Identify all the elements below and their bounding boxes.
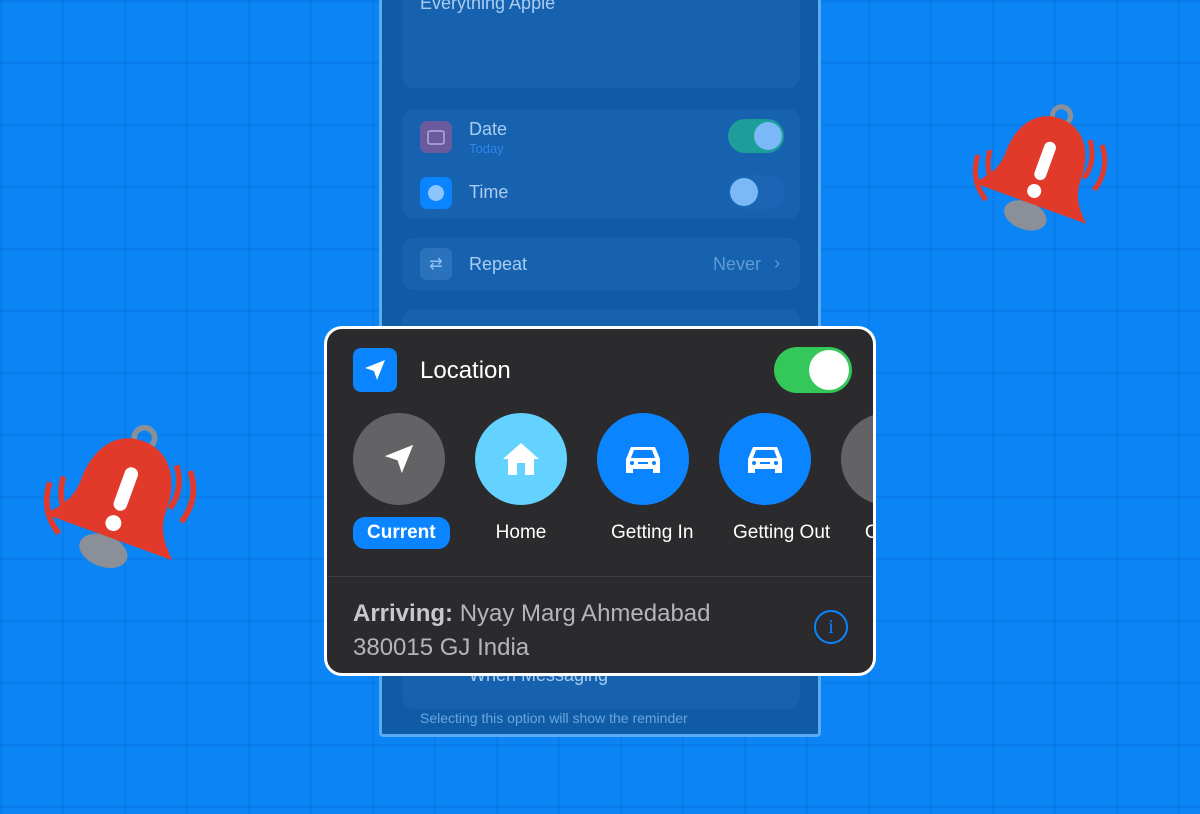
location-card: Location Current Home Getting In Getting… bbox=[324, 326, 876, 676]
option-current[interactable]: Current bbox=[353, 413, 450, 549]
location-arrow-icon bbox=[353, 348, 397, 392]
date-label: Date bbox=[469, 119, 508, 139]
repeat-value: Never bbox=[713, 254, 762, 274]
date-sub: Today bbox=[469, 141, 504, 156]
footer-text: Selecting this option will show the remi… bbox=[420, 710, 688, 726]
address-line-2: 380015 GJ India bbox=[353, 634, 530, 661]
option-home[interactable]: Home bbox=[475, 413, 567, 549]
option-getting-out[interactable]: Getting Out bbox=[719, 413, 830, 549]
option-label: Cu bbox=[851, 517, 873, 549]
time-label: Time bbox=[469, 182, 509, 202]
location-arrow-icon bbox=[353, 413, 445, 505]
car-icon bbox=[719, 413, 811, 505]
arriving-label: Arriving: bbox=[353, 600, 454, 627]
divider bbox=[327, 576, 873, 577]
option-label: Getting Out bbox=[733, 522, 831, 543]
location-title: Location bbox=[420, 357, 511, 384]
clock-icon bbox=[420, 177, 452, 209]
alert-bell-icon bbox=[972, 104, 1108, 231]
option-label: Getting In bbox=[611, 522, 694, 543]
option-custom[interactable]: Cu bbox=[841, 413, 873, 549]
info-icon[interactable]: i bbox=[814, 610, 848, 644]
notes-text[interactable]: Everything Apple bbox=[420, 0, 555, 14]
option-label: Current bbox=[353, 517, 450, 549]
date-toggle[interactable] bbox=[728, 119, 784, 153]
chevron-right-icon: › bbox=[774, 253, 780, 273]
address-line-1: Nyay Marg Ahmedabad bbox=[459, 600, 711, 627]
repeat-icon: ⇄ bbox=[420, 248, 452, 280]
repeat-row[interactable]: ⇄ Repeat Never › bbox=[402, 238, 800, 290]
location-toggle[interactable] bbox=[774, 347, 852, 393]
car-icon bbox=[597, 413, 689, 505]
custom-icon bbox=[841, 413, 873, 505]
repeat-label: Repeat bbox=[469, 254, 528, 274]
notes-group: Everything Apple bbox=[402, 0, 800, 88]
date-time-group: Date Today Time bbox=[402, 109, 800, 219]
time-toggle[interactable] bbox=[728, 175, 784, 209]
option-getting-in[interactable]: Getting In bbox=[597, 413, 693, 549]
option-label: Home bbox=[495, 522, 547, 543]
house-icon bbox=[475, 413, 567, 505]
calendar-icon bbox=[420, 121, 452, 153]
alert-bell-icon bbox=[43, 424, 197, 568]
arriving-address: Arriving: Nyay Marg Ahmedabad 380015 GJ I… bbox=[353, 597, 793, 665]
